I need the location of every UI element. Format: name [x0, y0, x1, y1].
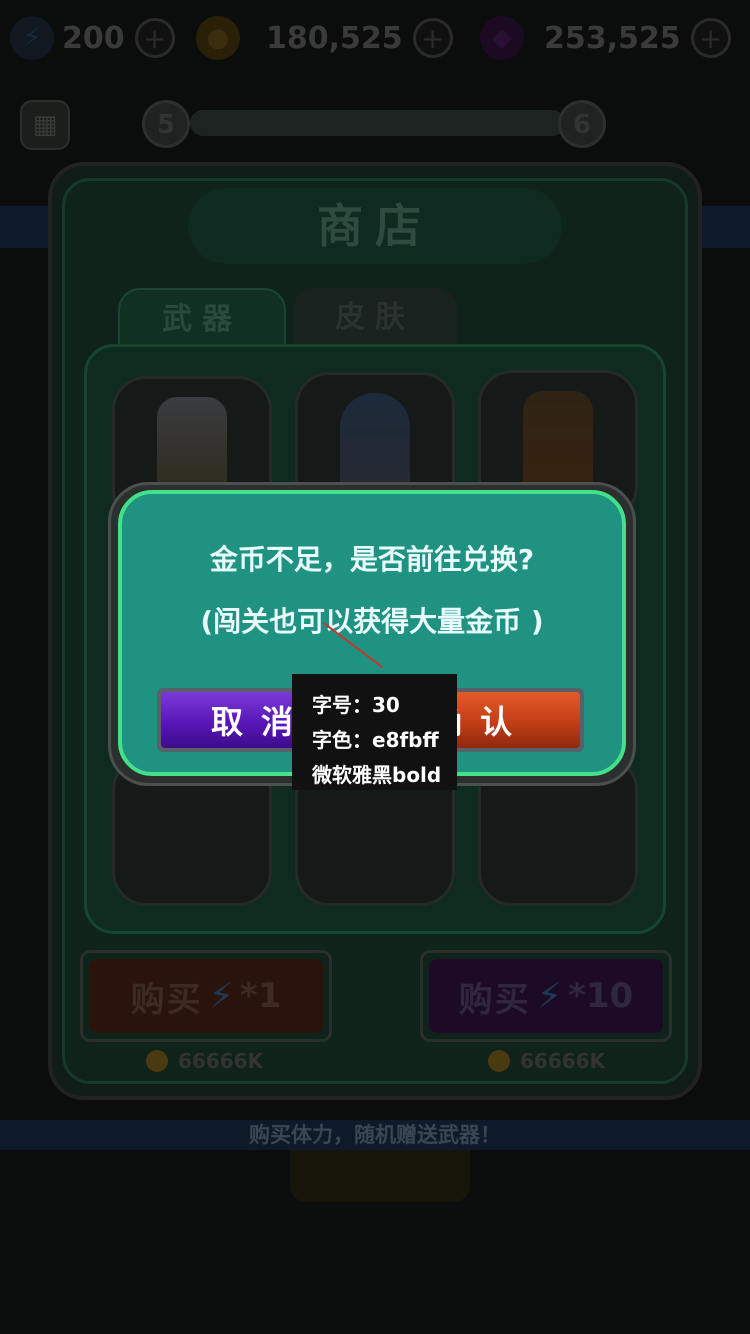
energy-value: 200: [62, 20, 125, 56]
current-level-number: 5: [156, 110, 176, 140]
annotation-font-color: 字色：e8fbff: [312, 728, 439, 752]
current-level-star: 5: [142, 100, 190, 148]
add-gem-button[interactable]: +: [690, 18, 731, 58]
tab-weapons[interactable]: 武器: [118, 288, 286, 352]
annotation-font-size: 字号：30: [312, 693, 400, 717]
gold-coin-icon: ●: [196, 16, 240, 60]
dialog-hint: (闯关也可以获得大量金币 ): [200, 605, 544, 638]
energy-bolt-icon: ⚡: [10, 16, 54, 60]
next-level-number: 6: [572, 110, 592, 140]
buy-once-price: 66666K: [146, 1046, 263, 1076]
buy-ten-button[interactable]: 购买 ⚡ *10: [420, 950, 672, 1042]
buy-multiplier: *1: [239, 976, 282, 1016]
menu-grid-icon[interactable]: ▦: [20, 100, 70, 150]
purple-gem-icon: ◆: [480, 16, 524, 60]
buy-label: 购买: [458, 979, 531, 1020]
gold-coin-icon: [488, 1050, 510, 1072]
buy-multiplier: *10: [568, 976, 634, 1016]
dialog-message: 金币不足，是否前往兑换?: [209, 543, 535, 576]
energy-resource: ⚡ 200 +: [10, 10, 175, 66]
shop-title: 商店: [188, 188, 562, 264]
tab-skins[interactable]: 皮肤: [293, 288, 457, 348]
add-coin-button[interactable]: +: [412, 18, 453, 58]
promo-banner: 购买体力，随机赠送武器！: [0, 1120, 750, 1150]
buy-once-button[interactable]: 购买 ⚡ *1: [80, 950, 332, 1042]
buy-ten-price: 66666K: [488, 1046, 605, 1076]
font-spec-annotation: 字号：30 字色：e8fbff 微软雅黑bold: [292, 674, 457, 790]
mascot-image: [290, 1150, 470, 1202]
add-energy-button[interactable]: +: [134, 18, 175, 58]
buy-label: 购买: [130, 979, 203, 1020]
level-progress-bar: [190, 110, 565, 136]
energy-bolt-icon: ⚡: [208, 975, 234, 1017]
gold-coin-icon: [146, 1050, 168, 1072]
coin-resource: ● 180,525 +: [196, 10, 453, 66]
coin-value: 180,525: [266, 20, 403, 56]
energy-bolt-icon: ⚡: [536, 975, 563, 1017]
gem-value: 253,525: [544, 20, 681, 56]
price-value: 66666K: [520, 1049, 606, 1073]
gem-resource: ◆ 253,525 +: [480, 10, 731, 66]
annotation-font-family: 微软雅黑bold: [312, 763, 442, 787]
next-level-node: 6: [558, 100, 606, 148]
price-value: 66666K: [178, 1049, 264, 1073]
